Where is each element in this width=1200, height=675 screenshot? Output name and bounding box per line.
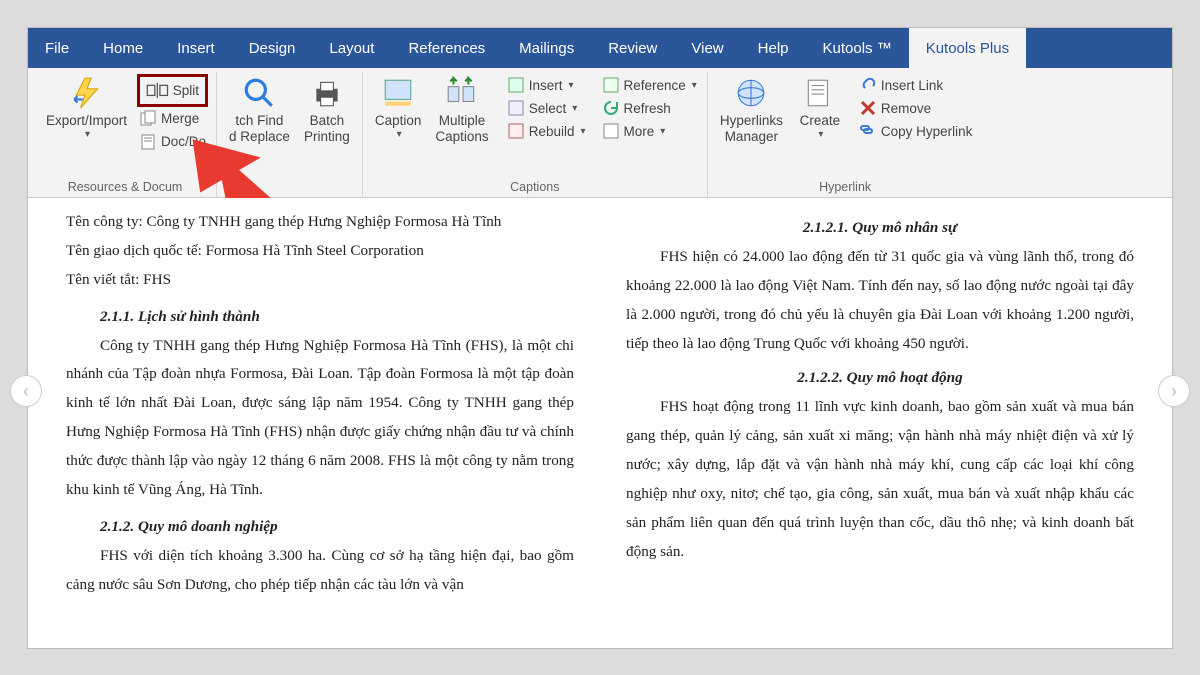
printer-icon: [310, 76, 344, 110]
export-import-button[interactable]: Export/Import ▾: [42, 74, 131, 142]
group-hyperlink-label: Hyperlink: [716, 178, 975, 197]
captions-more-button[interactable]: More▾: [600, 120, 699, 142]
copy-hyperlink-button[interactable]: Copy Hyperlink: [857, 120, 975, 142]
export-import-label: Export/Import: [46, 113, 127, 129]
ribbon: Export/Import ▾ Split Merge Doc/Do: [28, 68, 1172, 198]
captions-insert-button[interactable]: Insert▾: [505, 74, 588, 96]
page-left: Tên công ty: Công ty TNHH gang thép Hưng…: [28, 198, 600, 648]
link-icon: [859, 76, 877, 94]
page-right: 2.1.2.1. Quy mô nhân sự FHS hiện có 24.0…: [600, 198, 1172, 648]
split-label: Split: [173, 83, 199, 98]
tab-mailings[interactable]: Mailings: [502, 28, 591, 68]
docdo-label: Doc/Do: [161, 134, 206, 149]
doc-icon: [139, 133, 157, 151]
more-icon: [602, 122, 620, 140]
group-captions: Caption ▾ Multiple Captions Insert▾ Sele…: [363, 72, 708, 197]
tab-view[interactable]: View: [674, 28, 740, 68]
group-resources: Export/Import ▾ Split Merge Doc/Do: [34, 72, 217, 197]
merge-button[interactable]: Merge: [137, 108, 208, 130]
tab-references[interactable]: References: [391, 28, 502, 68]
captions-reference-button[interactable]: Reference▾: [600, 74, 699, 96]
ribbon-tabs: File Home Insert Design Layout Reference…: [28, 28, 1172, 68]
reference-icon: [602, 76, 620, 94]
create-icon: [803, 76, 837, 110]
tab-insert[interactable]: Insert: [160, 28, 232, 68]
insert-link-button[interactable]: Insert Link: [857, 74, 975, 96]
dropdown-icon: ▾: [818, 129, 823, 141]
insert-icon: [507, 76, 525, 94]
find-label: tch Find d Replace: [229, 113, 290, 144]
merge-icon: [139, 110, 157, 128]
prev-image-button[interactable]: ‹: [10, 375, 42, 407]
heading-personnel: 2.1.2.1. Quy mô nhân sự: [626, 214, 1134, 243]
heading-history: 2.1.1. Lịch sử hình thành: [66, 303, 574, 332]
operations-paragraph: FHS hoạt động trong 11 lĩnh vực kinh doa…: [626, 393, 1134, 566]
lightning-icon: [70, 76, 104, 110]
merge-label: Merge: [161, 111, 199, 126]
group-find-print: tch Find d Replace Batch Printing: [217, 72, 363, 197]
tab-review[interactable]: Review: [591, 28, 674, 68]
hyperlink-manager-icon: [734, 76, 768, 110]
tab-design[interactable]: Design: [232, 28, 313, 68]
multiple-captions-button[interactable]: Multiple Captions: [431, 74, 492, 146]
heading-scale: 2.1.2. Quy mô doanh nghiệp: [66, 513, 574, 542]
next-image-button[interactable]: ›: [1158, 375, 1190, 407]
captions-rebuild-button[interactable]: Rebuild▾: [505, 120, 588, 142]
remove-icon: [859, 99, 877, 117]
rebuild-icon: [507, 122, 525, 140]
hyperlinks-manager-button[interactable]: Hyperlinks Manager: [716, 74, 787, 146]
tab-help[interactable]: Help: [741, 28, 806, 68]
word-window: File Home Insert Design Layout Reference…: [28, 28, 1172, 648]
create-label: Create: [800, 113, 841, 129]
magnifier-icon: [242, 76, 276, 110]
scale-paragraph: FHS với diện tích khoảng 3.300 ha. Cùng …: [66, 542, 574, 600]
tab-kutools[interactable]: Kutools ™: [806, 28, 909, 68]
dropdown-icon: ▾: [397, 129, 402, 141]
captions-refresh-button[interactable]: Refresh: [600, 97, 699, 119]
multiple-captions-icon: [445, 76, 479, 110]
abbrev-line: Tên viết tắt: FHS: [66, 266, 574, 295]
captions-select-button[interactable]: Select▾: [505, 97, 588, 119]
printing-label: Batch Printing: [304, 113, 350, 144]
caption-icon: [381, 76, 415, 110]
split-icon: [146, 79, 169, 102]
multiple-captions-label: Multiple Captions: [435, 113, 488, 144]
split-button[interactable]: Split: [137, 74, 208, 107]
tab-home[interactable]: Home: [86, 28, 160, 68]
tab-kutools-plus[interactable]: Kutools Plus: [909, 28, 1026, 68]
hyperlinks-manager-label: Hyperlinks Manager: [720, 113, 783, 144]
group-resources-label: Resources & Docum: [42, 178, 208, 197]
docdo-button[interactable]: Doc/Do: [137, 131, 208, 153]
copy-link-icon: [859, 122, 877, 140]
batch-printing-button[interactable]: Batch Printing: [300, 74, 354, 146]
caption-button[interactable]: Caption ▾: [371, 74, 426, 142]
refresh-icon: [602, 99, 620, 117]
document-area: Tên công ty: Công ty TNHH gang thép Hưng…: [28, 198, 1172, 648]
company-name-line: Tên công ty: Công ty TNHH gang thép Hưng…: [66, 208, 574, 237]
group-captions-label: Captions: [371, 178, 699, 197]
caption-label: Caption: [375, 113, 422, 129]
history-paragraph: Công ty TNHH gang thép Hưng Nghiệp Formo…: [66, 332, 574, 505]
remove-link-button[interactable]: Remove: [857, 97, 975, 119]
tab-layout[interactable]: Layout: [312, 28, 391, 68]
group-hyperlink: Hyperlinks Manager Create ▾ Insert Link …: [708, 72, 983, 197]
tab-file[interactable]: File: [28, 28, 86, 68]
hyperlink-create-button[interactable]: Create ▾: [793, 74, 847, 142]
dropdown-icon: ▾: [85, 129, 90, 141]
select-icon: [507, 99, 525, 117]
heading-operations: 2.1.2.2. Quy mô hoạt động: [626, 364, 1134, 393]
batch-find-replace-button[interactable]: tch Find d Replace: [225, 74, 294, 146]
personnel-paragraph: FHS hiện có 24.000 lao động đến từ 31 qu…: [626, 243, 1134, 359]
intl-name-line: Tên giao dịch quốc tế: Formosa Hà Tĩnh S…: [66, 237, 574, 266]
